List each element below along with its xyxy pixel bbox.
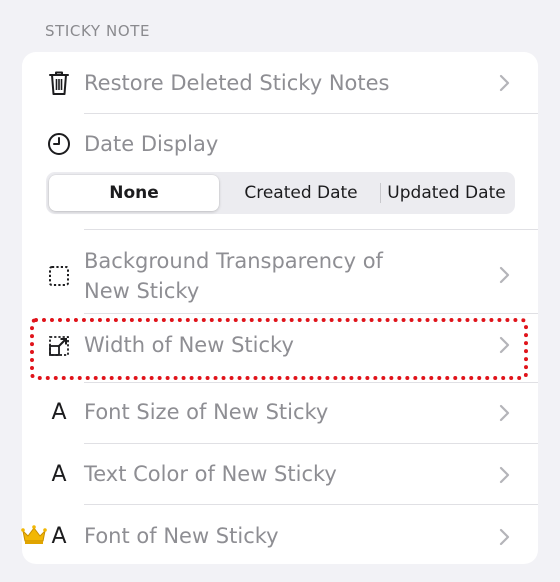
font-label: Font of New Sticky [84,524,279,548]
chevron-right-icon [498,527,512,547]
section-header: STICKY NOTE [45,22,151,40]
text-color-label: Text Color of New Sticky [84,462,337,486]
crown-icon [20,524,48,546]
letter-a-icon: A [51,399,67,425]
clock-icon [46,131,72,157]
segment-created-date[interactable]: Created Date [222,175,380,211]
chevron-right-icon [498,265,512,285]
dotted-square-icon [46,263,72,289]
font-row[interactable]: A Font of New Sticky [22,505,538,564]
background-transparency-row[interactable]: Background Transparency of New Sticky [22,230,538,313]
font-size-label: Font Size of New Sticky [84,400,329,424]
chevron-right-icon [498,403,512,423]
restore-deleted-row[interactable]: Restore Deleted Sticky Notes [22,52,538,114]
highlight-annotation [30,318,528,380]
letter-a-icon: A [51,523,67,549]
letter-a-icon: A [51,461,67,487]
segment-none[interactable]: None [49,175,219,211]
trash-icon [46,70,72,96]
font-size-row[interactable]: A Font Size of New Sticky [22,383,538,444]
restore-deleted-label: Restore Deleted Sticky Notes [84,71,390,95]
background-transparency-label-line2: New Sticky [84,279,200,303]
background-transparency-label-line1: Background Transparency of [84,249,383,273]
chevron-right-icon [498,73,512,93]
date-display-segmented-control: None Created Date Updated Date [46,172,515,214]
text-color-row[interactable]: A Text Color of New Sticky [22,444,538,505]
date-display-label: Date Display [84,132,219,156]
chevron-right-icon [498,465,512,485]
segment-updated-date[interactable]: Updated Date [381,175,512,211]
settings-card: Restore Deleted Sticky Notes Date Displa… [22,52,538,564]
